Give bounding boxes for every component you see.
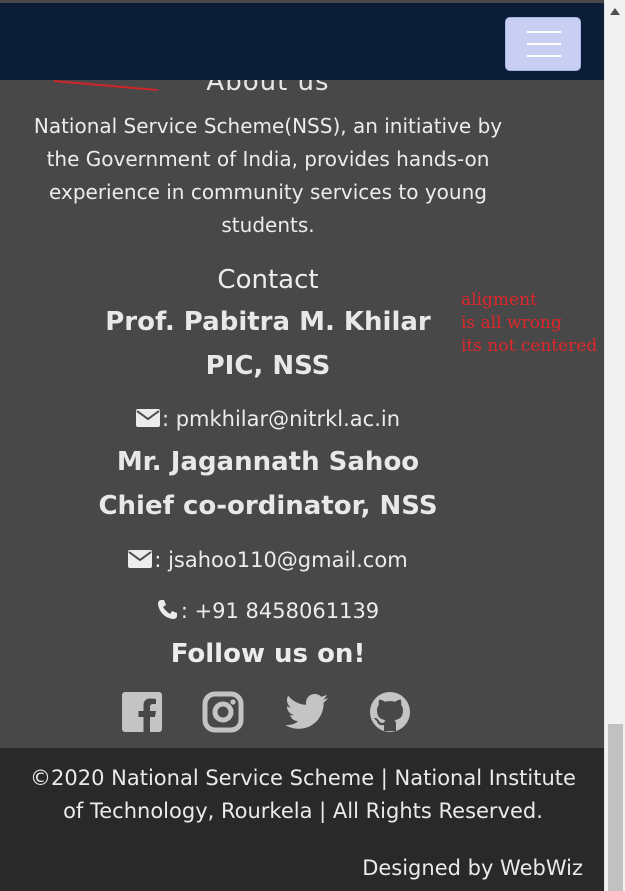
contact-person1-role: PIC, NSS bbox=[205, 351, 331, 381]
email-text: : pmkhilar@nitrkl.ac.in bbox=[161, 407, 401, 431]
phone-text: : +91 8458061139 bbox=[180, 599, 380, 623]
about-text: National Service Scheme(NSS), an initiat… bbox=[33, 114, 503, 237]
contact-person1-email[interactable]: : pmkhilar@nitrkl.ac.in bbox=[0, 405, 536, 434]
envelope-icon bbox=[128, 547, 153, 575]
social-links bbox=[0, 690, 536, 736]
instagram-icon[interactable] bbox=[201, 690, 245, 734]
annotation-line: is all wrong bbox=[461, 313, 562, 333]
copyright-text: ©2020 National Service Scheme | National… bbox=[30, 766, 576, 823]
follow-us-title: Follow us on! bbox=[170, 639, 366, 669]
contact-person2-role: Chief co-ordinator, NSS bbox=[98, 491, 438, 521]
page: About us National Service Scheme(NSS), a… bbox=[0, 0, 604, 891]
scroll-thumb[interactable] bbox=[608, 724, 623, 891]
designed-by-text: Designed by WebWiz bbox=[362, 856, 583, 880]
scroll-up-arrow-icon[interactable] bbox=[610, 8, 620, 15]
contact-person2-name: Mr. Jagannath Sahoo bbox=[116, 447, 420, 477]
footer: ©2020 National Service Scheme | National… bbox=[0, 748, 604, 891]
github-icon[interactable] bbox=[368, 690, 412, 734]
hamburger-icon bbox=[527, 31, 561, 33]
annotation-line: its not centered bbox=[461, 336, 598, 356]
contact-person2-phone[interactable]: : +91 8458061139 bbox=[0, 597, 536, 627]
twitter-icon[interactable] bbox=[284, 690, 328, 734]
scrollbar[interactable] bbox=[604, 0, 625, 891]
hamburger-icon-line bbox=[527, 55, 561, 57]
contact-person1-name: Prof. Pabitra M. Khilar bbox=[105, 307, 431, 337]
contact-person2-email[interactable]: : jsahoo110@gmail.com bbox=[0, 546, 536, 575]
contact-title: Contact bbox=[217, 265, 319, 295]
email-text: : jsahoo110@gmail.com bbox=[154, 548, 408, 572]
annotation-line: aligment bbox=[461, 290, 537, 310]
facebook-icon[interactable] bbox=[120, 690, 164, 734]
navbar-toggler-button[interactable] bbox=[505, 17, 581, 71]
envelope-icon bbox=[135, 406, 160, 434]
alignment-annotation: aligment is all wrong its not centered bbox=[461, 289, 606, 358]
phone-icon bbox=[157, 598, 179, 627]
navbar bbox=[0, 3, 604, 80]
hamburger-icon-line bbox=[527, 43, 561, 45]
